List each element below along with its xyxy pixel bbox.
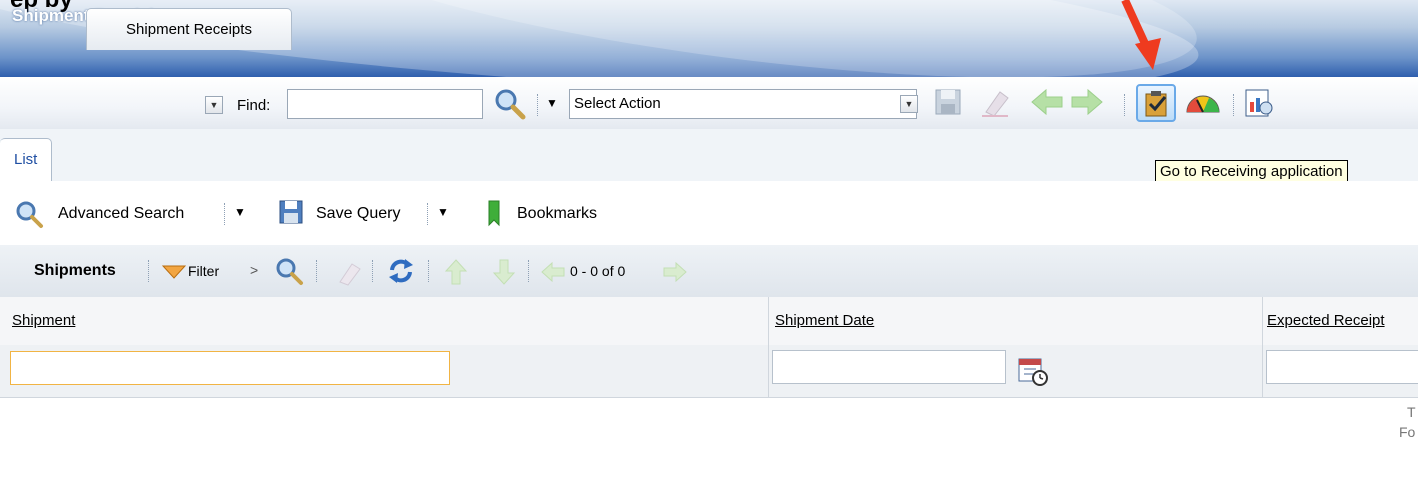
grid-search-icon[interactable]	[274, 256, 304, 286]
move-up-arrow-icon[interactable]	[444, 258, 468, 286]
save-query-link[interactable]: Save Query	[316, 205, 400, 223]
pager-text: 0 - 0 of 0	[570, 263, 626, 279]
dashboard-gauge-icon[interactable]	[1183, 88, 1223, 116]
filter-chevron-icon: >	[250, 262, 259, 278]
go-to-receiving-button[interactable]	[1136, 84, 1176, 122]
clear-eraser-icon[interactable]	[980, 86, 1012, 118]
save-query-icon	[279, 200, 303, 224]
action-bar	[0, 181, 1418, 246]
grid-clear-icon[interactable]	[336, 258, 364, 286]
annotation-arrow-icon	[1121, 0, 1161, 70]
refresh-icon[interactable]	[386, 256, 416, 286]
report-icon[interactable]	[1242, 86, 1276, 118]
next-arrow-icon[interactable]	[1070, 86, 1104, 118]
select-action-value: Select Action	[574, 95, 661, 112]
receiving-clipboard-icon	[1145, 91, 1167, 117]
page-previous-icon[interactable]	[540, 261, 566, 283]
calendar-icon[interactable]	[1016, 354, 1050, 388]
bookmark-icon	[488, 200, 500, 227]
tab-shipment-receipts[interactable]: Shipment Receipts	[86, 8, 292, 50]
find-input[interactable]	[287, 89, 483, 119]
advanced-search-link[interactable]: Advanced Search	[58, 205, 184, 223]
advanced-search-icon	[16, 201, 43, 228]
column-header-shipment[interactable]: Shipment	[12, 312, 75, 329]
bookmarks-link[interactable]: Bookmarks	[517, 205, 597, 223]
footer-text-line1: T	[1407, 404, 1416, 420]
find-label: Find:	[237, 97, 271, 114]
find-search-icon[interactable]	[492, 86, 526, 120]
left-dropdown-button[interactable]: ▼	[205, 96, 223, 114]
shipment-date-filter-input[interactable]	[772, 350, 1006, 384]
filter-icon[interactable]	[162, 264, 186, 280]
page-next-icon[interactable]	[662, 261, 688, 283]
footer-text-line2: Fo	[1399, 424, 1416, 440]
column-header-shipment-date[interactable]: Shipment Date	[775, 312, 874, 329]
previous-arrow-icon[interactable]	[1030, 86, 1064, 118]
action-dropdown-arrow-icon[interactable]: ▼	[546, 96, 558, 110]
save-query-dropdown-icon[interactable]: ▼	[437, 205, 449, 219]
shipment-filter-input[interactable]	[10, 351, 450, 385]
column-header-expected-receipt[interactable]: Expected Receipt	[1267, 312, 1385, 329]
move-down-arrow-icon[interactable]	[492, 258, 516, 286]
expected-receipt-filter-input[interactable]	[1266, 350, 1418, 384]
select-action-dropdown-button[interactable]: ▼	[900, 95, 918, 113]
select-action-combo[interactable]: Select Action	[569, 89, 917, 119]
filter-link[interactable]: Filter	[188, 263, 219, 279]
tooltip: Go to Receiving application	[1155, 160, 1348, 183]
save-icon[interactable]	[932, 86, 964, 118]
tab-list[interactable]: List	[0, 138, 53, 182]
advanced-search-dropdown-icon[interactable]: ▼	[234, 205, 246, 219]
column-header-row	[0, 297, 1418, 346]
grid-title: Shipments	[34, 262, 116, 279]
